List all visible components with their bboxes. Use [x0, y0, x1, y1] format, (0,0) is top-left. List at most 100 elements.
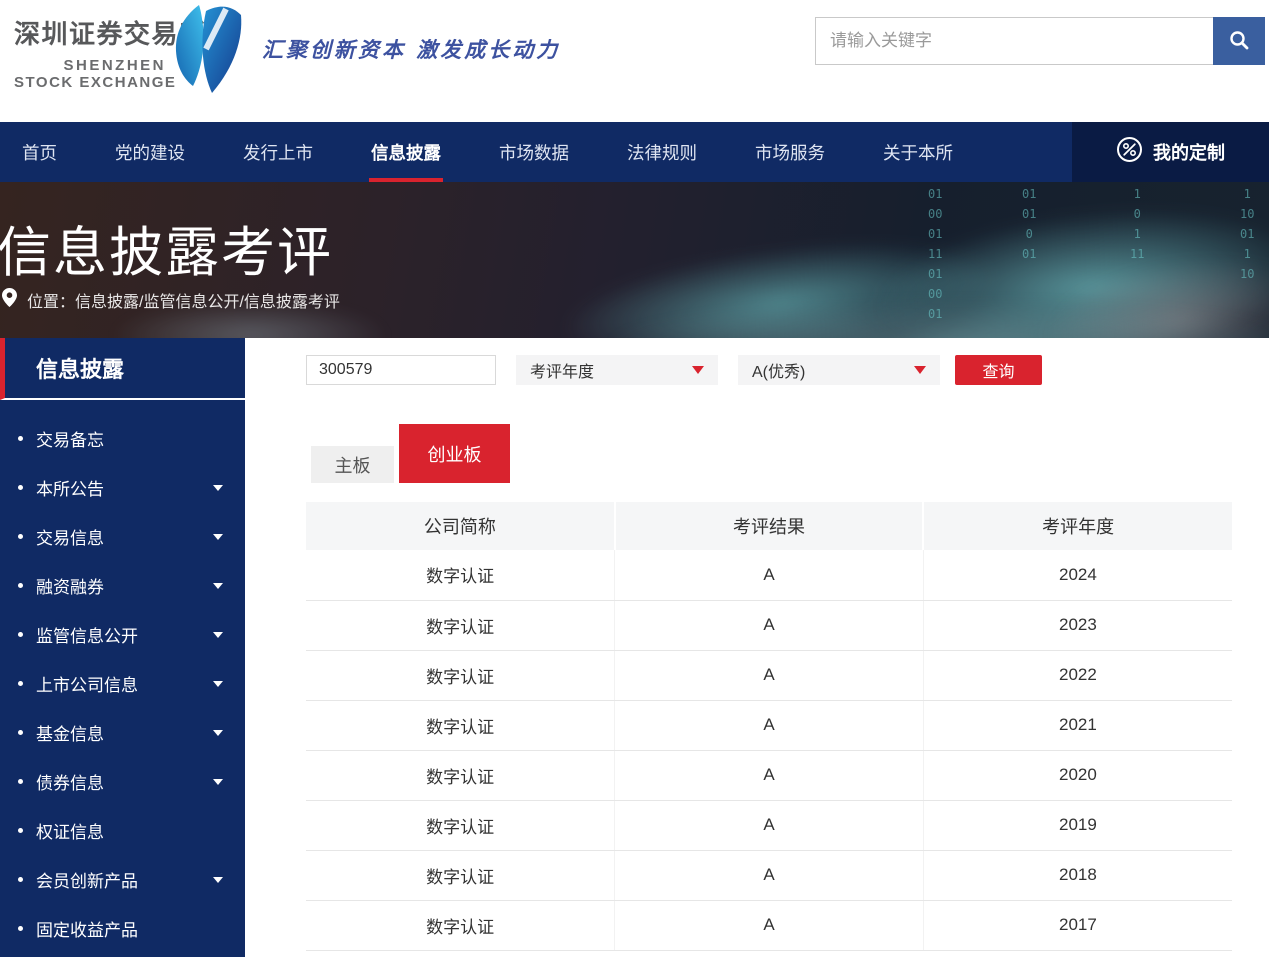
table-cell: 2019	[923, 800, 1232, 850]
table-cell: A	[615, 900, 924, 950]
sidebar-item-label: 监管信息公开	[36, 622, 138, 647]
table-cell: A	[615, 550, 924, 600]
table-cell: 数字认证	[306, 750, 615, 800]
logo-cn-text: 深圳证券交易所	[14, 14, 166, 51]
banner-wave-decoration	[1033, 241, 1269, 338]
result-select[interactable]: A(优秀)	[738, 355, 940, 385]
tab-inactive[interactable]: 主板	[311, 446, 394, 483]
chevron-down-icon	[213, 632, 223, 638]
nav-item-label: 发行上市	[243, 140, 313, 165]
table-header-cell: 考评年度	[923, 502, 1232, 550]
site-header: 深圳证券交易所 SHENZHEN STOCK EXCHANGE 汇聚创新资本 激	[0, 0, 1269, 122]
sidebar-item-label: 交易信息	[36, 524, 104, 549]
board-tabs: 主板创业板	[311, 424, 510, 483]
sidebar-item[interactable]: 交易信息	[0, 512, 245, 561]
stock-code-input[interactable]	[306, 355, 496, 385]
table-cell: A	[615, 850, 924, 900]
tab-active[interactable]: 创业板	[399, 424, 510, 483]
nav-item-link[interactable]: 发行上市	[225, 122, 331, 182]
filter-bar: 考评年度 A(优秀) 查询	[306, 355, 1042, 385]
nav-item-label: 市场数据	[499, 140, 569, 165]
location-pin-icon	[2, 288, 17, 312]
sidebar-item-label: 债券信息	[36, 769, 104, 794]
my-custom-icon	[1116, 136, 1143, 168]
nav-item-label: 市场服务	[755, 140, 825, 165]
year-select-value: 考评年度	[530, 358, 594, 382]
breadcrumb[interactable]: 位置：信息披露/监管信息公开/信息披露考评	[2, 288, 340, 312]
sidebar-item-label: 固定收益产品	[36, 916, 138, 941]
bullet-icon	[18, 828, 23, 833]
sidebar-item[interactable]: 债券信息	[0, 757, 245, 806]
bullet-icon	[18, 779, 23, 784]
search-button[interactable]	[1213, 17, 1265, 65]
binary-decoration: 1 0 1 11	[1130, 184, 1144, 264]
table-cell: 数字认证	[306, 600, 615, 650]
chevron-down-icon	[213, 534, 223, 540]
nav-item-link[interactable]: 市场服务	[737, 122, 843, 182]
nav-item-my-custom[interactable]: 我的定制	[1072, 122, 1269, 182]
nav-item-label: 我的定制	[1153, 139, 1225, 165]
search-icon	[1228, 29, 1250, 54]
chevron-down-icon	[692, 366, 704, 374]
sidebar-item-label: 本所公告	[36, 475, 104, 500]
sidebar-item-label: 融资融券	[36, 573, 104, 598]
table-cell: 2018	[923, 850, 1232, 900]
table-cell: 数字认证	[306, 900, 615, 950]
sidebar-item[interactable]: 权证信息	[0, 806, 245, 855]
year-select[interactable]: 考评年度	[516, 355, 718, 385]
table-cell: A	[615, 650, 924, 700]
nav-item-link[interactable]: 关于本所	[865, 122, 971, 182]
bullet-icon	[18, 632, 23, 637]
szse-logo-icon	[170, 2, 246, 103]
chevron-down-icon	[213, 779, 223, 785]
binary-decoration: 01 00 01 11 01 00 01	[928, 184, 942, 324]
nav-item-label: 首页	[22, 140, 57, 165]
chevron-down-icon	[213, 681, 223, 687]
sidebar-item-label: 权证信息	[36, 818, 104, 843]
table-cell: 数字认证	[306, 550, 615, 600]
sidebar-item[interactable]: 会员创新产品	[0, 855, 245, 904]
table-cell: 数字认证	[306, 650, 615, 700]
sidebar-item[interactable]: 融资融券	[0, 561, 245, 610]
sidebar-item[interactable]: 监管信息公开	[0, 610, 245, 659]
bullet-icon	[18, 681, 23, 686]
sidebar-item[interactable]: 上市公司信息	[0, 659, 245, 708]
table-row: 数字认证A2019	[306, 800, 1232, 850]
table-cell: 数字认证	[306, 850, 615, 900]
banner-wave-decoration	[863, 189, 1269, 338]
sidebar-item[interactable]: 固定收益产品	[0, 904, 245, 953]
nav-item-link[interactable]: 党的建设	[97, 122, 203, 182]
nav-item-link[interactable]: 市场数据	[481, 122, 587, 182]
result-select-value: A(优秀)	[752, 358, 805, 382]
table-cell: 数字认证	[306, 700, 615, 750]
sidebar-item-label: 会员创新产品	[36, 867, 138, 892]
table-row: 数字认证A2024	[306, 550, 1232, 600]
table-cell: 2021	[923, 700, 1232, 750]
nav-item-active[interactable]: 信息披露	[353, 122, 459, 182]
site-search	[815, 17, 1265, 65]
nav-item-link[interactable]: 法律规则	[609, 122, 715, 182]
table-header-cell: 公司简称	[306, 502, 615, 550]
bullet-icon	[18, 436, 23, 441]
nav-item-link[interactable]: 首页	[4, 122, 75, 182]
sidebar-item-label: 交易备忘	[36, 426, 104, 451]
sidebar-item[interactable]: 交易备忘	[0, 414, 245, 463]
table-cell: 2020	[923, 750, 1232, 800]
nav-item-label: 党的建设	[115, 140, 185, 165]
bullet-icon	[18, 485, 23, 490]
logo-en-line1: SHENZHEN	[14, 57, 166, 74]
sidebar-section-title[interactable]: 信息披露	[0, 338, 245, 400]
slogan-text: 汇聚创新资本 激发成长动力	[262, 34, 560, 64]
logo-en-line2: STOCK EXCHANGE	[14, 74, 166, 91]
query-button[interactable]: 查询	[955, 355, 1042, 385]
table-cell: A	[615, 750, 924, 800]
search-input[interactable]	[815, 17, 1213, 65]
bullet-icon	[18, 583, 23, 588]
breadcrumb-text: 位置：信息披露/监管信息公开/信息披露考评	[27, 288, 340, 312]
binary-decoration: 1 10 01 1 10	[1240, 184, 1254, 284]
table-row: 数字认证A2021	[306, 700, 1232, 750]
sidebar-item[interactable]: 本所公告	[0, 463, 245, 512]
main-content: 考评年度 A(优秀) 查询 主板创业板 公司简称考评结果考评年度 数字认证A20…	[268, 340, 1269, 957]
site-logo[interactable]: 深圳证券交易所 SHENZHEN STOCK EXCHANGE	[14, 14, 166, 91]
sidebar-item[interactable]: 基金信息	[0, 708, 245, 757]
